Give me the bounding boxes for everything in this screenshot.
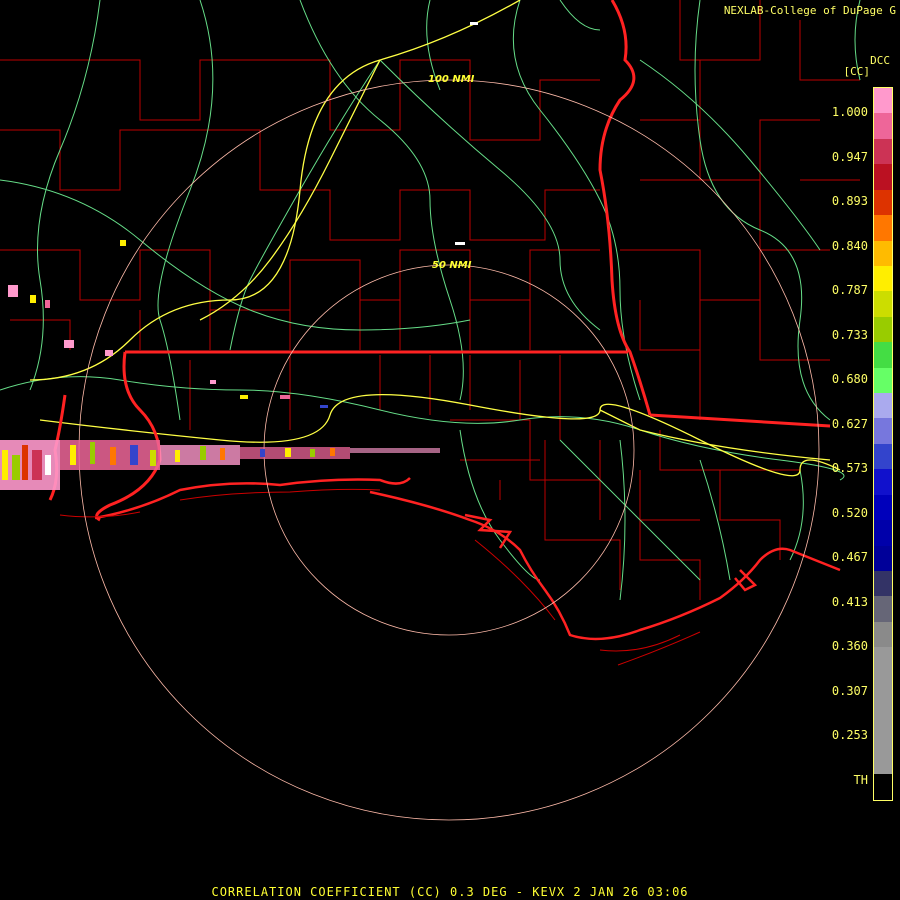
color-scale-segment xyxy=(874,774,892,800)
color-scale-segment xyxy=(874,240,892,266)
color-scale-segment xyxy=(874,469,892,495)
color-scale-segment xyxy=(874,723,892,749)
color-scale-segment xyxy=(874,494,892,521)
color-scale-tick: 0.893 xyxy=(831,194,868,208)
color-scale-tick: 0.787 xyxy=(831,283,868,297)
color-scale-tick: 0.307 xyxy=(831,683,868,698)
color-scale-segment xyxy=(874,418,892,444)
ring-label-50nmi: 50 NMI xyxy=(432,260,472,271)
color-scale-segment xyxy=(874,189,892,216)
color-scale-segment xyxy=(874,748,892,775)
coastline xyxy=(94,477,841,641)
color-scale-segment xyxy=(874,367,892,394)
color-scale-segment xyxy=(874,342,892,368)
color-scale-segment xyxy=(874,113,892,139)
color-scale-tick: TH xyxy=(853,772,868,787)
color-scale-segment xyxy=(874,291,892,317)
ring-labels: 50 NMI 100 NMI xyxy=(428,74,475,271)
color-scale-segment xyxy=(874,443,892,470)
color-scale-tick: 0.573 xyxy=(831,461,868,475)
color-scale-tick: 0.733 xyxy=(831,327,868,342)
credit-label: NEXLAB-College of DuPage G xyxy=(723,4,896,17)
color-scale-segment xyxy=(874,698,892,724)
color-scale-bar xyxy=(873,87,893,801)
unit-label: [CC] xyxy=(843,65,871,78)
color-scale-tick: 0.413 xyxy=(831,594,868,609)
color-scale-segment xyxy=(874,545,892,572)
color-scale-tick: 0.520 xyxy=(831,505,868,520)
color-scale-segment xyxy=(874,571,892,597)
color-scale-segment xyxy=(874,215,892,241)
product-footer: CORRELATION COEFFICIENT (CC) 0.3 DEG - K… xyxy=(211,885,689,899)
site-label: DCC xyxy=(870,54,890,67)
color-scale-tick: 0.947 xyxy=(831,149,868,164)
color-scale-segment xyxy=(874,393,892,419)
color-scale-segment xyxy=(874,316,892,343)
color-scale-segment xyxy=(874,621,892,648)
radar-returns xyxy=(0,22,478,490)
color-scale-tick: 0.680 xyxy=(831,372,868,386)
highways-major xyxy=(29,0,841,477)
color-scale-segment xyxy=(874,164,892,190)
color-scale-segment xyxy=(874,265,892,292)
color-scale-segment xyxy=(874,138,892,165)
color-scale-tick: 0.840 xyxy=(831,238,868,253)
radar-map: 50 NMI 100 NMI xyxy=(0,0,861,821)
color-scale-tick: 0.360 xyxy=(831,639,868,653)
color-scale-segment xyxy=(874,672,892,699)
color-scale-tick: 0.467 xyxy=(831,550,868,564)
color-scale-segment xyxy=(874,88,892,114)
ring-label-100nmi: 100 NMI xyxy=(428,74,475,85)
color-scale-tick: 0.627 xyxy=(831,416,868,431)
color-scale-tick: 0.253 xyxy=(831,728,868,742)
color-scale-tick: 1.000 xyxy=(831,105,868,119)
color-scale-segment xyxy=(874,596,892,622)
color-scale-segment xyxy=(874,647,892,673)
color-scale-segment xyxy=(874,520,892,546)
